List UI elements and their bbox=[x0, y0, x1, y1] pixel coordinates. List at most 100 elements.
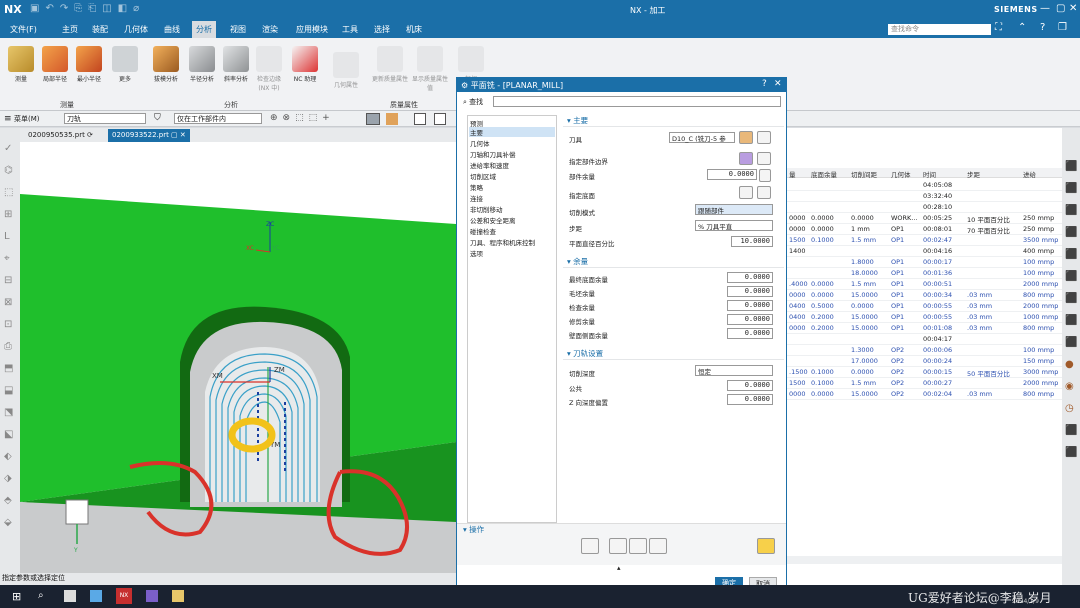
section-stock[interactable]: ▾ 余量 bbox=[563, 256, 784, 268]
menu-application[interactable]: 应用模块 bbox=[292, 24, 332, 35]
tree-item[interactable]: 刀轴和刀具补偿 bbox=[470, 149, 516, 159]
tree-item[interactable]: 连接 bbox=[470, 193, 483, 203]
verify-icon[interactable] bbox=[629, 538, 647, 554]
nx-taskbar-icon[interactable]: NX bbox=[116, 588, 132, 604]
actions-header[interactable]: ▾ 操作 bbox=[463, 524, 484, 535]
cut-pattern-select[interactable]: 跟随部件 bbox=[695, 204, 773, 215]
zoom-icon[interactable] bbox=[414, 113, 426, 125]
list-icon[interactable] bbox=[649, 538, 667, 554]
tree-item[interactable]: 策略 bbox=[470, 182, 483, 192]
fullscreen-icon[interactable]: ⛶ bbox=[995, 22, 1002, 33]
fit-icon[interactable] bbox=[434, 113, 446, 125]
section-toolpath[interactable]: ▾ 刀轨设置 bbox=[563, 348, 784, 360]
navigator-row[interactable]: 04:05:08 bbox=[787, 180, 1062, 191]
tree-item[interactable]: 切削区域 bbox=[470, 171, 496, 181]
replay-icon[interactable] bbox=[609, 538, 627, 554]
navigator-row[interactable]: .1500 0.1000 0.0000 OP2 00:00:15 50 平面百分比 3000… bbox=[787, 367, 1062, 378]
check-edges-button[interactable]: 检查边缘 (NX 中) bbox=[252, 46, 286, 92]
navigator-row[interactable]: 1500 0.1000 1.5 mm OP2 00:00:27 2000 mmp bbox=[787, 378, 1062, 389]
floor-stock-field[interactable]: 0.0000 bbox=[707, 169, 757, 180]
navigator-row[interactable]: 1500 0.1000 1.5 mm OP1 00:02:47 3500 mmp bbox=[787, 235, 1062, 246]
navigator-row[interactable]: 0400 0.5000 0.0000 OP1 00:00:55 .03 mm 2000 mm… bbox=[787, 301, 1062, 312]
navigator-row[interactable]: 17.0000 OP2 00:00:24 150 mmp bbox=[787, 356, 1062, 367]
minimize-icon[interactable]: — bbox=[1040, 3, 1050, 14]
min-radius-button[interactable]: 最小半径 bbox=[74, 46, 104, 83]
command-search-input[interactable]: 查找命令 bbox=[888, 24, 991, 35]
tree-item[interactable]: 几何体 bbox=[470, 138, 490, 148]
window-restore-icon[interactable]: ❐ bbox=[1058, 22, 1067, 33]
type-filter-select[interactable]: 刀轨 bbox=[64, 113, 146, 124]
planar-mill-dialog[interactable]: ⚙ 平面铣 - [PLANAR_MILL] ? ✕ ⌕ 查找 预测 主要 几何体… bbox=[456, 77, 787, 590]
navigator-row[interactable]: 0000 0.2000 15.0000 OP1 00:01:08 .03 mm 800 mm… bbox=[787, 323, 1062, 334]
stepover-select[interactable]: % 刀具平直 bbox=[695, 220, 773, 231]
expand-icon[interactable]: ▴ bbox=[617, 564, 621, 572]
percent-field[interactable]: 10.0000 bbox=[731, 236, 773, 247]
file-tab[interactable]: 0200950535.prt ⟳ bbox=[24, 129, 97, 142]
navigator-row[interactable]: 03:32:40 bbox=[787, 191, 1062, 202]
slope-analysis-button[interactable]: 斜率分析 bbox=[220, 46, 252, 83]
scope-select[interactable]: 仅在工作部件内 bbox=[174, 113, 262, 124]
search-icon[interactable]: ⌕ bbox=[38, 590, 44, 601]
navigator-row[interactable]: 00:28:10 bbox=[787, 202, 1062, 213]
menu-tools[interactable]: 工具 bbox=[338, 24, 362, 35]
menu-home[interactable]: 主页 bbox=[58, 24, 82, 35]
file-tab-active[interactable]: 0200933522.prt ▢ ✕ bbox=[108, 129, 190, 142]
stock-field[interactable]: 0.0000 bbox=[727, 272, 773, 283]
tree-item[interactable]: 选项 bbox=[470, 248, 483, 258]
menu-machine[interactable]: 机床 bbox=[402, 24, 426, 35]
update-mass-button[interactable]: 更新质量属性 bbox=[372, 46, 408, 83]
eye-icon[interactable] bbox=[757, 152, 771, 165]
menu-curve[interactable]: 曲线 bbox=[160, 24, 184, 35]
graphics-viewport[interactable]: XM ZM YM ZC XC YC Y bbox=[20, 142, 456, 585]
app-icon[interactable] bbox=[90, 590, 102, 602]
tree-item[interactable]: 非切削移动 bbox=[470, 204, 503, 214]
floor-select-icon[interactable] bbox=[739, 186, 753, 199]
menu-analysis[interactable]: 分析 bbox=[192, 21, 216, 38]
menu-render[interactable]: 渲染 bbox=[258, 24, 282, 35]
dialog-search-input[interactable] bbox=[493, 96, 781, 107]
navigator-row[interactable]: 0400 0.2000 15.0000 OP1 00:00:55 .03 mm 1000 m… bbox=[787, 312, 1062, 323]
radius-analysis-button[interactable]: 半径分析 bbox=[186, 46, 218, 83]
menu-label[interactable]: 菜单(M) bbox=[14, 114, 40, 124]
more-button[interactable]: 更多 bbox=[112, 46, 138, 83]
tolerance-field[interactable]: 0.0000 bbox=[727, 380, 773, 391]
draft-analysis-button[interactable]: 拔模分析 bbox=[150, 46, 182, 83]
filter-icon[interactable]: ⛉ bbox=[154, 113, 161, 123]
maximize-icon[interactable]: ▢ bbox=[1056, 3, 1065, 14]
navigator-row[interactable]: 1.8000 OP1 00:00:17 100 mmp bbox=[787, 257, 1062, 268]
navigator-row[interactable]: 0000 0.0000 15.0000 OP2 00:02:04 .03 mm 800 mm… bbox=[787, 389, 1062, 400]
dialog-close-icon[interactable]: ✕ bbox=[774, 79, 782, 89]
app-icon[interactable] bbox=[146, 590, 158, 602]
add-icon[interactable] bbox=[757, 538, 775, 554]
tree-item-selected[interactable]: 主要 bbox=[469, 127, 555, 137]
menu-icon[interactable]: ≡ bbox=[4, 114, 12, 124]
snap-icons[interactable]: ⊕⊗⬚⬚+ bbox=[270, 113, 335, 123]
navigator-row[interactable]: 0000 0.0000 0.0000 WORK... 00:05:25 10 平面百分比 2… bbox=[787, 213, 1062, 224]
navigator-row[interactable]: 0000 0.0000 1 mm OP1 00:08:01 70 平面百分比 250 mmp bbox=[787, 224, 1062, 235]
navigator-row[interactable]: 00:04:17 bbox=[787, 334, 1062, 345]
local-radius-button[interactable]: 局部半径 bbox=[40, 46, 70, 83]
geometry-props-button[interactable]: 几何属性 bbox=[330, 52, 362, 89]
stock-field[interactable]: 0.0000 bbox=[727, 300, 773, 311]
show-mass-button[interactable]: 显示质量属性值 bbox=[412, 46, 448, 92]
navigator-row[interactable]: 1.3000 OP2 00:00:06 100 mmp bbox=[787, 345, 1062, 356]
menu-geometry[interactable]: 几何体 bbox=[120, 24, 152, 35]
menu-view[interactable]: 视图 bbox=[226, 24, 250, 35]
nc-assistant-button[interactable]: NC 助理 bbox=[290, 46, 320, 83]
measure-button[interactable]: 测量 bbox=[6, 46, 36, 83]
tool-edit-icon[interactable] bbox=[739, 131, 753, 144]
calculator-icon[interactable] bbox=[64, 590, 76, 602]
tool-select[interactable]: D10_C (铣刀-5 参 bbox=[669, 132, 735, 143]
lock-icon[interactable] bbox=[759, 169, 771, 182]
menu-select[interactable]: 选择 bbox=[370, 24, 394, 35]
tree-item[interactable]: 进给率和速度 bbox=[470, 160, 509, 170]
menu-assembly[interactable]: 装配 bbox=[88, 24, 112, 35]
section-main[interactable]: ▾ 主要 bbox=[563, 115, 784, 127]
depth-select[interactable]: 恒定 bbox=[695, 365, 773, 376]
right-bar-icons[interactable]: ⬛ ⬛ ⬛ ⬛ ⬛ ⬛ ⬛ ⬛ ⬛ ● ◉ ◷ ⬛ ⬛ bbox=[1065, 156, 1077, 464]
navigator-row[interactable]: 1400 00:04:16 400 mmp bbox=[787, 246, 1062, 257]
stock-field[interactable]: 0.0000 bbox=[727, 286, 773, 297]
resource-icons[interactable]: ✓ ⌬ ⬚ ⊞ L ⌖ ⊟ ⊠ ⊡ ⎙ ⬒ ⬓ ⬔ ⬕ ⬖ ⬗ ⬘ ⬙ bbox=[4, 138, 16, 534]
dialog-help-icon[interactable]: ? bbox=[762, 79, 767, 89]
quick-access-toolbar[interactable]: ▣↶↷⎘⎗◫◧⌀ bbox=[30, 3, 145, 14]
